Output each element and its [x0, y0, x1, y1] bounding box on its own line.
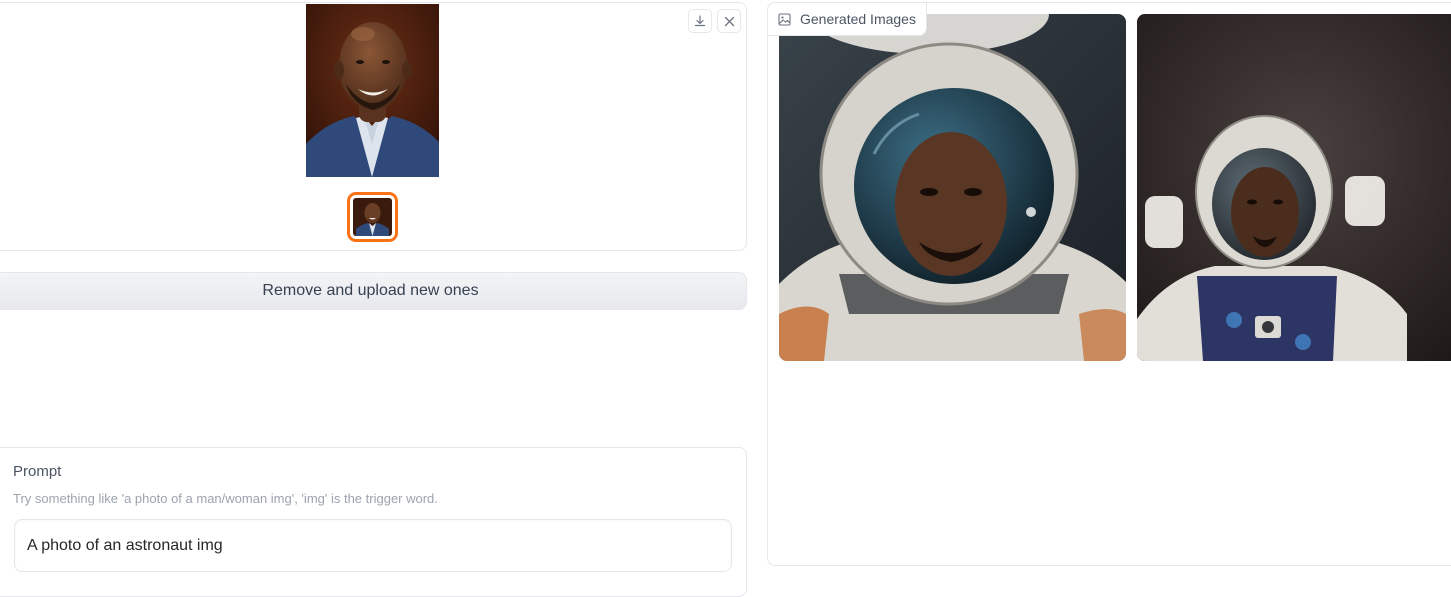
- uploaded-images-panel: [0, 2, 747, 251]
- remove-and-upload-button[interactable]: Remove and upload new ones: [0, 272, 747, 310]
- uploaded-thumbnail-selected[interactable]: [347, 192, 398, 242]
- generated-image-1[interactable]: [779, 14, 1126, 361]
- download-button[interactable]: [688, 9, 712, 33]
- prompt-panel: Prompt Try something like 'a photo of a …: [0, 447, 747, 597]
- prompt-label: Prompt: [13, 463, 62, 480]
- gallery-label-text: Generated Images: [800, 11, 916, 27]
- image-icon: [778, 12, 791, 26]
- generated-images-gallery: Generated Images: [767, 2, 1451, 566]
- generated-image-2[interactable]: [1137, 14, 1451, 361]
- gallery-label: Generated Images: [767, 2, 927, 36]
- upload-panel-actions: [688, 9, 741, 33]
- uploaded-image-preview[interactable]: [306, 4, 439, 177]
- prompt-info: Try something like 'a photo of a man/wom…: [13, 491, 438, 506]
- download-icon: [694, 15, 706, 27]
- clear-button[interactable]: [717, 9, 741, 33]
- prompt-input[interactable]: [14, 519, 732, 572]
- remove-and-upload-label: Remove and upload new ones: [262, 282, 479, 299]
- close-icon: [724, 16, 734, 26]
